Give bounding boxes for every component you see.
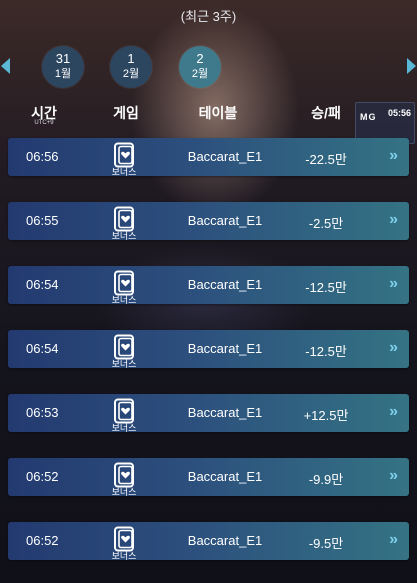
date-month: 2월 <box>122 68 140 80</box>
row-result: -2.5만 <box>308 216 344 231</box>
row-result: +12.5만 <box>303 408 349 423</box>
row-table: Baccarat_E1 <box>187 341 263 356</box>
date-selector: 31 1월 1 2월 2 2월 <box>0 46 417 90</box>
date-day: 2 <box>196 51 204 66</box>
history-row[interactable]: 06:53 보너스 Baccarat_E1 +12.5만 » <box>8 394 409 433</box>
bonus-card-icon <box>114 398 134 424</box>
row-time: 06:56 <box>26 149 59 164</box>
row-game-label: 보너스 <box>111 295 137 305</box>
row-game: 보너스 <box>100 526 148 561</box>
header-table: 테이블 <box>198 105 238 121</box>
header-result: 승/패 <box>311 105 341 121</box>
date-option-1[interactable]: 31 1월 <box>42 46 84 88</box>
row-result: -9.5만 <box>308 536 344 551</box>
row-game: 보너스 <box>100 142 148 177</box>
row-time: 06:53 <box>26 405 59 420</box>
row-result: -9.9만 <box>308 472 344 487</box>
row-result: -12.5만 <box>305 344 347 359</box>
row-time: 06:52 <box>26 469 59 484</box>
double-chevron-right-icon[interactable]: » <box>389 147 398 165</box>
bonus-card-icon <box>114 206 134 232</box>
history-row[interactable]: 06:56 보너스 Baccarat_E1 -22.5만 » <box>8 138 409 177</box>
date-day: 1 <box>127 51 135 66</box>
header-timezone: UTC+9 <box>34 120 54 126</box>
history-row[interactable]: 06:54 보너스 Baccarat_E1 -12.5만 » <box>8 266 409 305</box>
date-option-2[interactable]: 1 2월 <box>110 46 152 88</box>
history-row[interactable]: 06:52 보너스 Baccarat_E1 -9.5만 » <box>8 522 409 561</box>
row-game: 보너스 <box>100 398 148 433</box>
row-table: Baccarat_E1 <box>187 405 263 420</box>
bonus-card-icon <box>114 142 134 168</box>
row-table: Baccarat_E1 <box>187 213 263 228</box>
row-game: 보너스 <box>100 462 148 497</box>
period-subtitle: (최근 3주) <box>180 9 237 24</box>
row-table: Baccarat_E1 <box>187 469 263 484</box>
date-month: 1월 <box>54 68 72 80</box>
row-result: -22.5만 <box>305 152 347 167</box>
date-month: 2월 <box>191 68 209 80</box>
row-table: Baccarat_E1 <box>187 149 263 164</box>
row-table: Baccarat_E1 <box>187 533 263 548</box>
row-game: 보너스 <box>100 334 148 369</box>
stream-logo: MG <box>360 112 377 122</box>
history-row[interactable]: 06:52 보너스 Baccarat_E1 -9.9만 » <box>8 458 409 497</box>
double-chevron-right-icon[interactable]: » <box>389 531 398 549</box>
history-row[interactable]: 06:54 보너스 Baccarat_E1 -12.5만 » <box>8 330 409 369</box>
history-row[interactable]: 06:55 보너스 Baccarat_E1 -2.5만 » <box>8 202 409 241</box>
row-game-label: 보너스 <box>111 551 137 561</box>
date-option-3-selected[interactable]: 2 2월 <box>179 46 221 88</box>
row-game-label: 보너스 <box>111 359 137 369</box>
row-game-label: 보너스 <box>111 487 137 497</box>
row-result: -12.5만 <box>305 280 347 295</box>
chevron-right-icon[interactable] <box>407 58 416 74</box>
double-chevron-right-icon[interactable]: » <box>389 339 398 357</box>
double-chevron-right-icon[interactable]: » <box>389 403 398 421</box>
chevron-left-icon[interactable] <box>1 58 10 74</box>
bonus-card-icon <box>114 462 134 488</box>
double-chevron-right-icon[interactable]: » <box>389 275 398 293</box>
row-game-label: 보너스 <box>111 423 137 433</box>
row-table: Baccarat_E1 <box>187 277 263 292</box>
row-game: 보너스 <box>100 270 148 305</box>
bonus-card-icon <box>114 334 134 360</box>
double-chevron-right-icon[interactable]: » <box>389 467 398 485</box>
row-game-label: 보너스 <box>111 231 137 241</box>
double-chevron-right-icon[interactable]: » <box>389 211 398 229</box>
bonus-card-icon <box>114 270 134 296</box>
bonus-card-icon <box>114 526 134 552</box>
row-game: 보너스 <box>100 206 148 241</box>
row-time: 06:52 <box>26 533 59 548</box>
row-time: 06:54 <box>26 277 59 292</box>
date-day: 31 <box>55 51 71 66</box>
row-game-label: 보너스 <box>111 167 137 177</box>
row-time: 06:55 <box>26 213 59 228</box>
header-game: 게임 <box>113 105 139 121</box>
row-time: 06:54 <box>26 341 59 356</box>
stream-time: 05:56 <box>387 108 411 118</box>
